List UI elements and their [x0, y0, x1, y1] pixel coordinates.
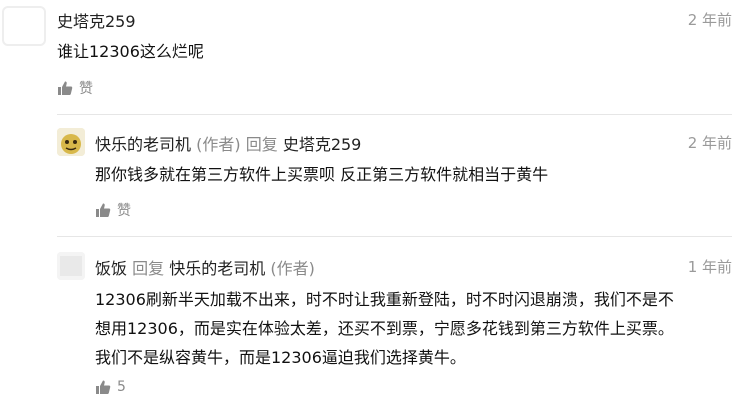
- avatar[interactable]: [57, 128, 85, 156]
- like-button[interactable]: 赞: [95, 200, 131, 220]
- reply-target[interactable]: 快乐的老司机: [169, 259, 265, 278]
- like-count: 赞: [117, 203, 131, 219]
- comment-content: 12306刷新半天加载不出来，时不时让我重新登陆，时不时闪退崩溃，我们不是不 想…: [95, 285, 735, 372]
- content-line: 想用12306，而是实在体验太差，还买不到票，宁愿多花钱到第三方软件上买票。: [95, 319, 674, 338]
- comment-content: 那你钱多就在第三方软件上买票呗 反正第三方软件就相当于黄牛: [95, 165, 549, 184]
- author-tag: (作者): [196, 135, 241, 154]
- like-button[interactable]: 5: [95, 379, 126, 395]
- comment-3: 饭饭 回复 快乐的老司机 (作者) 1 年前 12306刷新半天加载不出来，时不…: [0, 237, 750, 410]
- comment-time: 2 年前: [687, 134, 732, 152]
- comment-2: 快乐的老司机 (作者) 回复 史塔克259 2 年前 那你钱多就在第三方软件上买…: [0, 115, 750, 230]
- reply-label: 回复: [245, 135, 278, 154]
- comment-time: 2 年前: [687, 11, 732, 29]
- reply-target[interactable]: 史塔克259: [283, 135, 362, 154]
- reply-header: 饭饭 回复 快乐的老司机 (作者): [95, 255, 315, 279]
- like-button[interactable]: 赞: [57, 78, 93, 98]
- comment-author[interactable]: 快乐的老司机: [95, 135, 191, 154]
- comment-author[interactable]: 饭饭: [95, 259, 127, 278]
- author-tag: (作者): [270, 259, 315, 278]
- comment-1: 史塔克259 2 年前 谁让12306这么烂呢 赞: [0, 0, 750, 110]
- comment-time: 1 年前: [687, 258, 732, 276]
- like-count: 赞: [79, 81, 93, 97]
- content-line: 我们不是纵容黄牛，而是12306逼迫我们选择黄牛。: [95, 348, 466, 367]
- thumbs-up-icon: [95, 202, 111, 218]
- reply-header: 快乐的老司机 (作者) 回复 史塔克259: [95, 131, 361, 155]
- like-count: 5: [117, 379, 126, 395]
- content-line: 12306刷新半天加载不出来，时不时让我重新登陆，时不时闪退崩溃，我们不是不: [95, 290, 674, 309]
- avatar[interactable]: [57, 252, 85, 280]
- thumbs-up-icon: [57, 80, 73, 96]
- comment-author[interactable]: 史塔克259: [57, 8, 136, 32]
- reply-label: 回复: [132, 259, 165, 278]
- thumbs-up-icon: [95, 379, 111, 395]
- comment-content: 谁让12306这么烂呢: [57, 42, 204, 61]
